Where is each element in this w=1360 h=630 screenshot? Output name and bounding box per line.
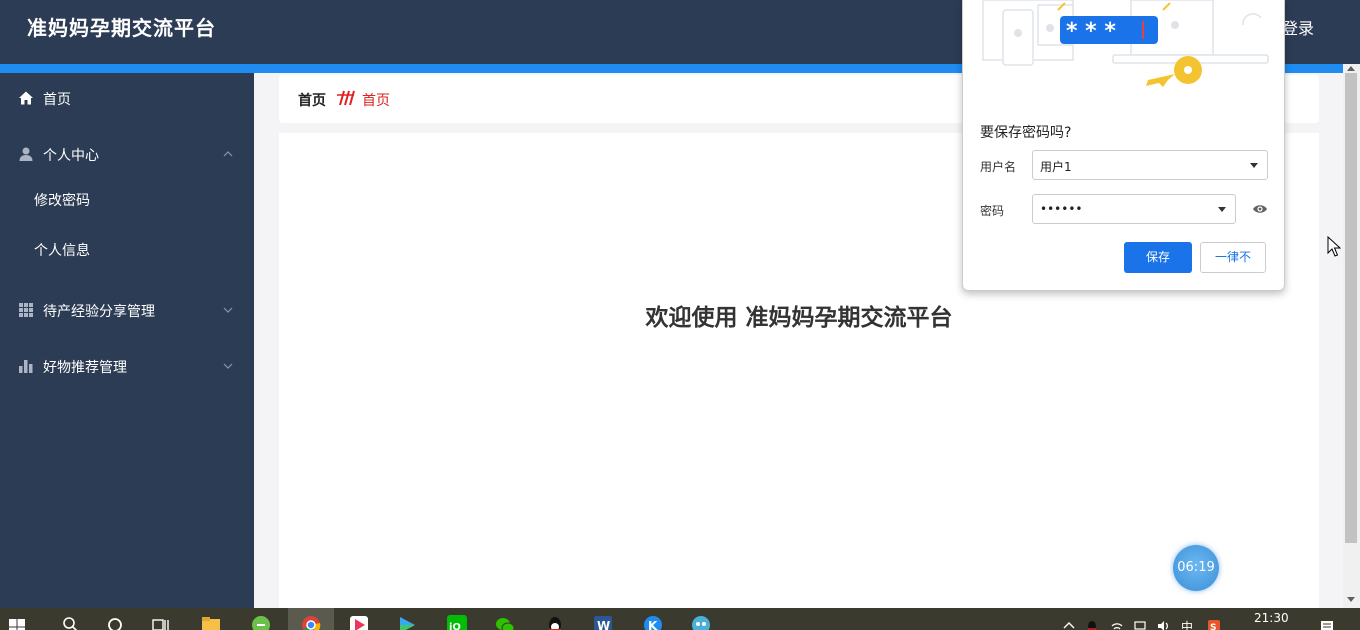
floating-timer-badge[interactable]: 06:19 [1173,545,1219,591]
sidebar-item-personal-center[interactable]: 个人中心 [0,135,254,175]
tray-sogou-icon[interactable]: S [1207,619,1221,630]
username-value: 用户1 [1040,160,1072,174]
username-label: 用户名 [980,160,1017,174]
notification-center-icon[interactable] [1320,619,1334,630]
sidebar-item-experience-sharing[interactable]: 待产经验分享管理 [0,291,254,331]
chrome-icon[interactable] [300,614,322,630]
scroll-down-arrow-icon[interactable] [1347,597,1355,602]
iqiyi-icon[interactable]: iQ [446,614,468,630]
never-button[interactable]: 一律不 [1200,242,1266,273]
search-icon[interactable] [60,614,82,630]
sidebar-item-label: 好物推荐管理 [43,360,127,376]
sidebar-item-label: 待产经验分享管理 [43,304,155,320]
tray-expand-icon[interactable] [1062,619,1076,630]
tray-wifi-icon[interactable] [1110,619,1124,630]
sidebar-item-label: 首页 [43,92,71,108]
tray-qq-icon[interactable] [1085,619,1099,630]
home-icon [19,91,33,105]
wechat-icon[interactable] [494,614,516,630]
dropdown-arrow-icon [1218,207,1226,212]
username-select[interactable]: 用户1 [1032,150,1268,180]
word-icon[interactable]: W [592,614,614,630]
password-select[interactable]: •••••• [1032,194,1236,224]
bar-chart-icon [19,360,33,373]
file-explorer-icon[interactable] [200,614,222,630]
sidebar-item-home[interactable]: 首页 [0,79,254,119]
show-password-eye-icon[interactable] [1252,203,1268,215]
user-icon [19,147,33,161]
app-cloud-icon[interactable] [690,614,712,630]
qq-icon[interactable] [544,614,566,630]
chevron-down-icon [223,363,233,369]
grid-icon [19,303,33,317]
save-button[interactable]: 保存 [1124,242,1192,273]
windows-taskbar: iQ W K 中 S 21:30 [0,608,1360,630]
svg-text:iQ: iQ [449,622,461,630]
mouse-cursor-icon [1327,236,1341,257]
sidebar-subitem-label: 修改密码 [34,193,90,209]
svg-text:S: S [1210,623,1216,630]
svg-text:* * *: * * * [1066,19,1116,44]
svg-text:W: W [597,619,610,630]
sidebar-item-label: 个人中心 [43,148,99,164]
scroll-up-arrow-icon[interactable] [1347,66,1355,71]
sidebar-subitem-change-password[interactable]: 修改密码 [0,182,254,218]
cortana-icon[interactable] [104,614,126,630]
save-password-dialog: * * * 要保存密码吗? 用户名 用户1 密码 •••••• 保存 一律不 [962,0,1285,291]
sidebar-subitem-personal-info[interactable]: 个人信息 [0,232,254,268]
tray-ime-indicator[interactable]: 中 [1181,618,1193,630]
app-title: 准妈妈孕期交流平台 [27,16,216,40]
breadcrumb-current: 首页 [362,93,390,109]
password-label: 密码 [980,204,1005,218]
sidebar-subitem-label: 个人信息 [34,243,90,259]
app-pink-icon[interactable] [348,614,370,630]
dialog-title: 要保存密码吗? [980,125,1072,141]
scrollbar-thumb[interactable] [1345,73,1357,543]
sidebar: 首页 个人中心 修改密码 个人信息 待产经验分享管理 好物推荐管理 [0,73,254,608]
kugou-icon[interactable]: K [642,614,664,630]
app-green-icon[interactable] [250,614,272,630]
video-player-icon[interactable] [396,614,418,630]
dropdown-arrow-icon [1250,163,1258,168]
tray-volume-icon[interactable] [1156,619,1170,630]
tray-network-icon[interactable] [1133,619,1147,630]
password-value: •••••• [1040,202,1083,216]
chevron-up-icon [223,151,233,157]
logout-link[interactable]: 登录 [1282,15,1314,39]
svg-text:K: K [648,619,658,630]
sidebar-item-product-recommend[interactable]: 好物推荐管理 [0,347,254,387]
breadcrumb-home[interactable]: 首页 [298,90,326,110]
windows-start-icon[interactable] [8,618,26,630]
welcome-heading: 欢迎使用 准妈妈孕期交流平台 [645,305,953,331]
vertical-scrollbar[interactable] [1343,64,1360,608]
password-illustration-icon: * * * [982,0,1269,87]
breadcrumb-separator-icon [337,90,355,106]
chevron-down-icon [223,307,233,313]
taskbar-clock[interactable]: 21:30 [1254,611,1289,625]
task-view-icon[interactable] [150,614,172,630]
